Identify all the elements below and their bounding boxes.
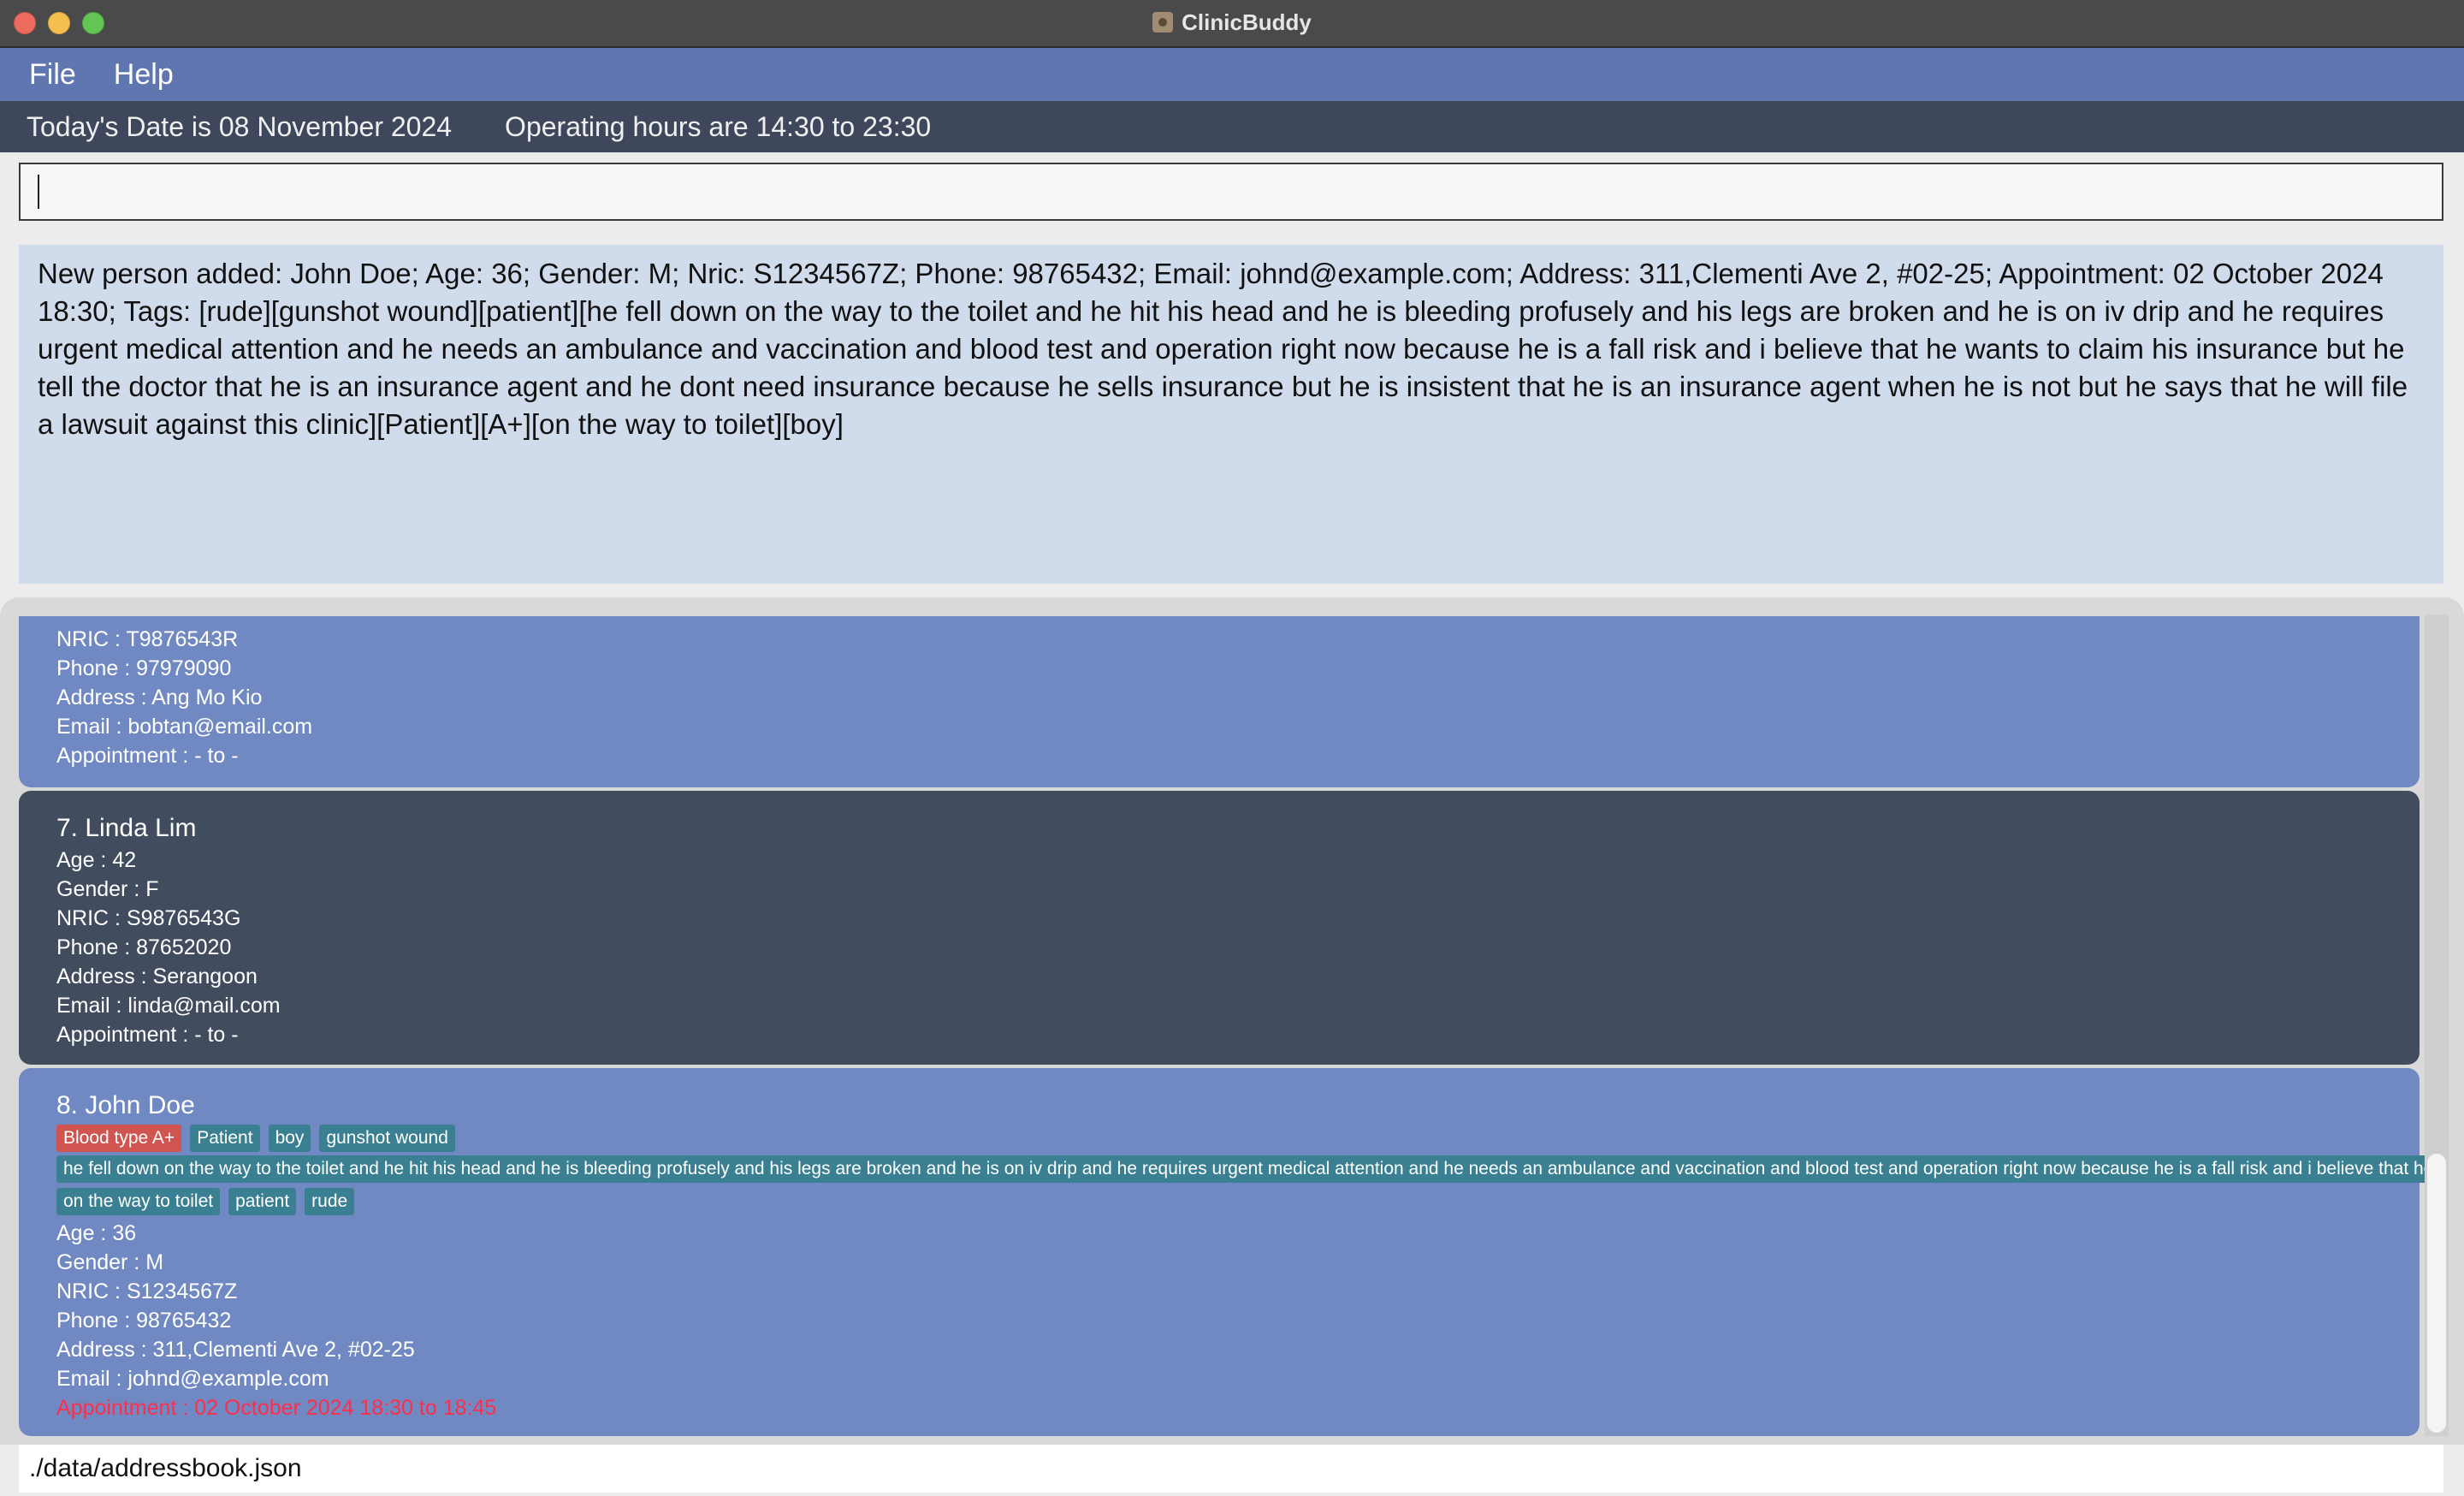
person-nric: NRIC : T9876543R [56,627,239,651]
person-appointment: Appointment : 02 October 2024 18:30 to 1… [56,1396,497,1420]
tag: on the way to toilet [56,1188,221,1215]
todays-date-label: Today's Date is 08 November 2024 [27,110,453,142]
text-caret [38,175,39,209]
list-scrollbar-thumb[interactable] [2427,1154,2446,1433]
tag: boy [268,1125,311,1152]
person-appointment: Appointment : - to - [56,744,239,768]
person-list-panel[interactable]: NRIC : T9876543R Phone : 97979090 Addres… [0,597,2464,1445]
long-tag-row: he fell down on the way to the toilet an… [56,1155,2430,1183]
person-nric: NRIC : S1234567Z [56,1279,238,1303]
person-card[interactable]: NRIC : T9876543R Phone : 97979090 Addres… [19,616,2420,787]
tag: he fell down on the way to the toilet an… [56,1155,2430,1183]
menu-help[interactable]: Help [92,58,189,92]
person-phone: Phone : 98765432 [56,1309,232,1333]
command-input[interactable] [19,163,2443,221]
status-header: Today's Date is 08 November 2024 Operati… [0,101,2464,152]
menu-bar: File Help [0,48,2464,101]
tag: Patient [190,1125,260,1152]
tag-row: on the way to toilet patient rude [56,1188,2420,1215]
tag: patient [228,1188,297,1215]
person-nric: NRIC : S9876543G [56,906,241,930]
person-name: 7. Linda Lim [56,814,197,842]
data-file-path: ./data/addressbook.json [19,1445,2443,1493]
window-title: ClinicBuddy [1182,9,1312,35]
title-bar: ClinicBuddy [0,0,2464,48]
person-card[interactable]: 7. Linda Lim Age : 42 Gender : F NRIC : … [19,791,2420,1065]
person-name: 8. John Doe [56,1091,195,1119]
app-icon [1152,12,1174,33]
tag: rude [305,1188,355,1215]
person-email: Email : bobtan@email.com [56,715,313,739]
tag-row: Blood type A+ Patient boy gunshot wound [56,1125,2420,1152]
operating-hours-label: Operating hours are 14:30 to 23:30 [505,110,932,142]
person-age: Age : 42 [56,848,137,872]
person-address: Address : 311,Clementi Ave 2, #02-25 [56,1338,415,1362]
person-gender: Gender : F [56,877,159,901]
tag: gunshot wound [319,1125,455,1152]
person-age: Age : 36 [56,1221,137,1245]
person-appointment: Appointment : - to - [56,1023,239,1047]
menu-file[interactable]: File [0,58,92,92]
tag-blood-type: Blood type A+ [56,1125,182,1152]
title-container: ClinicBuddy [0,0,2464,45]
person-phone: Phone : 87652020 [56,935,232,959]
person-card[interactable]: 8. John Doe Blood type A+ Patient boy gu… [19,1068,2430,1436]
person-address: Address : Ang Mo Kio [56,686,263,709]
person-address: Address : Serangoon [56,965,258,988]
person-email: Email : johnd@example.com [56,1367,329,1391]
person-phone: Phone : 97979090 [56,656,232,680]
person-gender: Gender : M [56,1250,164,1274]
person-email: Email : linda@mail.com [56,994,281,1018]
result-display: New person added: John Doe; Age: 36; Gen… [19,245,2443,584]
